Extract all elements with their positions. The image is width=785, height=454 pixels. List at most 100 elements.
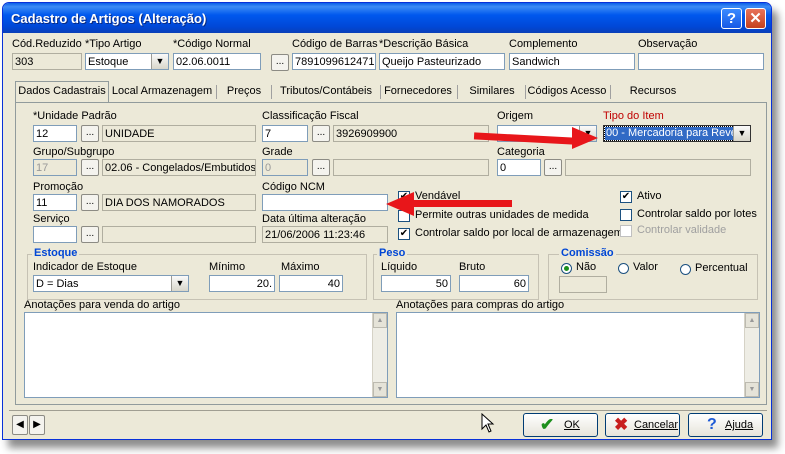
tab-fornecedores[interactable]: Fornecedores	[382, 82, 454, 101]
categoria-code-input[interactable]: 0	[497, 159, 541, 176]
chevron-down-icon[interactable]: ▼	[151, 54, 168, 69]
previous-record-button[interactable]: ◀	[12, 415, 28, 435]
descricao-basica-input[interactable]: Queijo Pasteurizado	[379, 53, 505, 70]
tipo-artigo-label: *Tipo Artigo	[85, 38, 142, 50]
cod-reduzido-field: 303	[12, 53, 82, 70]
servico-label: Serviço	[33, 213, 70, 225]
grupo-subgrupo-lookup-button[interactable]: ...	[81, 159, 99, 176]
anotacoes-venda-textarea[interactable]: ▲ ▼	[24, 312, 388, 398]
anotacoes-compras-scrollbar[interactable]: ▲ ▼	[744, 313, 759, 397]
tab-local-armazenagem[interactable]: Local Armazenagem	[111, 82, 213, 101]
grupo-subgrupo-code-input[interactable]: 17	[33, 159, 77, 176]
peso-liquido-input[interactable]: 50	[381, 275, 451, 292]
controlar-local-label: Controlar saldo por local de armazenagem	[415, 227, 623, 239]
categoria-desc	[565, 159, 751, 176]
ok-button[interactable]: ✔ OK	[523, 413, 598, 437]
tab-separator	[610, 85, 611, 99]
complemento-input[interactable]: Sandwich	[509, 53, 635, 70]
title-bar[interactable]: Cadastro de Artigos (Alteração) ? ✕	[3, 3, 771, 33]
comissao-valor-radio[interactable]	[618, 263, 629, 274]
help-title-button[interactable]: ?	[721, 8, 742, 29]
unidade-padrao-label: *Unidade Padrão	[33, 110, 117, 122]
controlar-lotes-checkbox[interactable]	[620, 209, 632, 221]
tab-recursos[interactable]: Recursos	[613, 82, 693, 101]
comissao-value-field	[559, 276, 607, 293]
chevron-down-icon[interactable]: ▼	[733, 126, 750, 141]
unidade-padrao-lookup-button[interactable]: ...	[81, 125, 99, 142]
codigo-barras-label: Código de Barras	[292, 38, 378, 50]
minimo-input[interactable]: 20.	[209, 275, 275, 292]
anotacoes-venda-label: Anotações para venda do artigo	[24, 299, 180, 311]
indicador-estoque-value: D = Dias	[36, 278, 79, 290]
origem-label: Origem	[497, 110, 534, 122]
promocao-code-input[interactable]: 11	[33, 194, 77, 211]
footer-divider	[9, 410, 767, 411]
tab-dados-cadastrais[interactable]: Dados Cadastrais	[15, 81, 109, 103]
categoria-lookup-button[interactable]: ...	[544, 159, 562, 176]
codigo-normal-input[interactable]: 02.06.0011	[173, 53, 261, 70]
unidade-padrao-code-input[interactable]: 12	[33, 125, 77, 142]
ok-label: OK	[564, 419, 580, 431]
controlar-validade-checkbox[interactable]	[620, 225, 632, 237]
classificacao-fiscal-code-input[interactable]: 7	[262, 125, 308, 142]
servico-lookup-button[interactable]: ...	[81, 226, 99, 243]
scroll-down-icon[interactable]: ▼	[745, 382, 759, 397]
arrow-shaft	[412, 200, 512, 207]
maximo-input[interactable]: 40	[279, 275, 343, 292]
tab-precos[interactable]: Preços	[219, 82, 269, 101]
codigo-ncm-label: Código NCM	[262, 181, 325, 193]
anotacoes-compras-textarea[interactable]: ▲ ▼	[396, 312, 760, 398]
promocao-desc: DIA DOS NAMORADOS	[102, 194, 256, 211]
tipo-artigo-value: Estoque	[88, 56, 129, 68]
grupo-subgrupo-label: Grupo/Subgrupo	[33, 146, 115, 158]
peso-bruto-input[interactable]: 60	[459, 275, 529, 292]
tab-separator	[525, 85, 526, 99]
cod-reduzido-label: Cód.Reduzido	[12, 38, 82, 50]
window-title: Cadastro de Artigos (Alteração)	[11, 11, 207, 26]
codigo-normal-lookup-button[interactable]: ...	[271, 54, 289, 71]
ativo-checkbox[interactable]: ✔	[620, 191, 632, 203]
grade-code-input[interactable]: 0	[262, 159, 308, 176]
classificacao-fiscal-lookup-button[interactable]: ...	[312, 125, 330, 142]
minimo-label: Mínimo	[209, 261, 246, 273]
codigo-barras-input[interactable]: 7891099612471	[292, 53, 376, 70]
annotation-arrow-tipo-item	[473, 127, 600, 149]
close-button[interactable]: ✕	[745, 8, 766, 29]
servico-code-input[interactable]	[33, 226, 77, 243]
cancel-button[interactable]: ✖ Cancelar	[605, 413, 680, 437]
help-button[interactable]: ? Ajuda	[688, 413, 763, 437]
arrow-head	[386, 192, 414, 216]
tipo-artigo-select[interactable]: Estoque ▼	[85, 53, 169, 70]
ativo-label: Ativo	[637, 190, 662, 202]
codigo-ncm-input[interactable]	[262, 194, 388, 211]
x-icon: ✖	[614, 415, 629, 434]
next-record-button[interactable]: ▶	[29, 415, 45, 435]
scroll-up-icon[interactable]: ▲	[373, 313, 387, 328]
tipo-item-select[interactable]: 00 - Mercadoria para Reve ▼	[603, 125, 751, 142]
anotacoes-venda-scrollbar[interactable]: ▲ ▼	[372, 313, 387, 397]
chevron-down-icon[interactable]: ▼	[171, 276, 188, 291]
comissao-percentual-radio[interactable]	[680, 264, 691, 275]
codigo-normal-label: *Código Normal	[173, 38, 251, 50]
scroll-up-icon[interactable]: ▲	[745, 313, 759, 328]
comissao-valor-label: Valor	[633, 261, 658, 273]
peso-title: Peso	[377, 247, 408, 259]
controlar-local-checkbox[interactable]: ✔	[398, 228, 410, 240]
scroll-down-icon[interactable]: ▼	[373, 382, 387, 397]
grade-lookup-button[interactable]: ...	[312, 159, 330, 176]
classificacao-fiscal-label: Classificação Fiscal	[262, 110, 359, 122]
tab-similares[interactable]: Similares	[461, 82, 523, 101]
observacao-label: Observação	[638, 38, 698, 50]
annotation-arrow-ncm	[386, 192, 514, 216]
tab-tributos-contabeis[interactable]: Tributos/Contábeis	[274, 82, 378, 101]
observacao-input[interactable]	[638, 53, 764, 70]
indicador-estoque-select[interactable]: D = Dias ▼	[33, 275, 189, 292]
comissao-nao-radio[interactable]	[561, 263, 572, 274]
tab-separator	[457, 85, 458, 99]
tab-codigos-acesso[interactable]: Códigos Acesso	[527, 82, 607, 101]
dialog-window: Cadastro de Artigos (Alteração) ? ✕ Cód.…	[2, 2, 772, 440]
promocao-label: Promoção	[33, 181, 84, 193]
arrow-head	[572, 127, 598, 149]
controlar-validade-label: Controlar validade	[637, 224, 727, 236]
promocao-lookup-button[interactable]: ...	[81, 194, 99, 211]
